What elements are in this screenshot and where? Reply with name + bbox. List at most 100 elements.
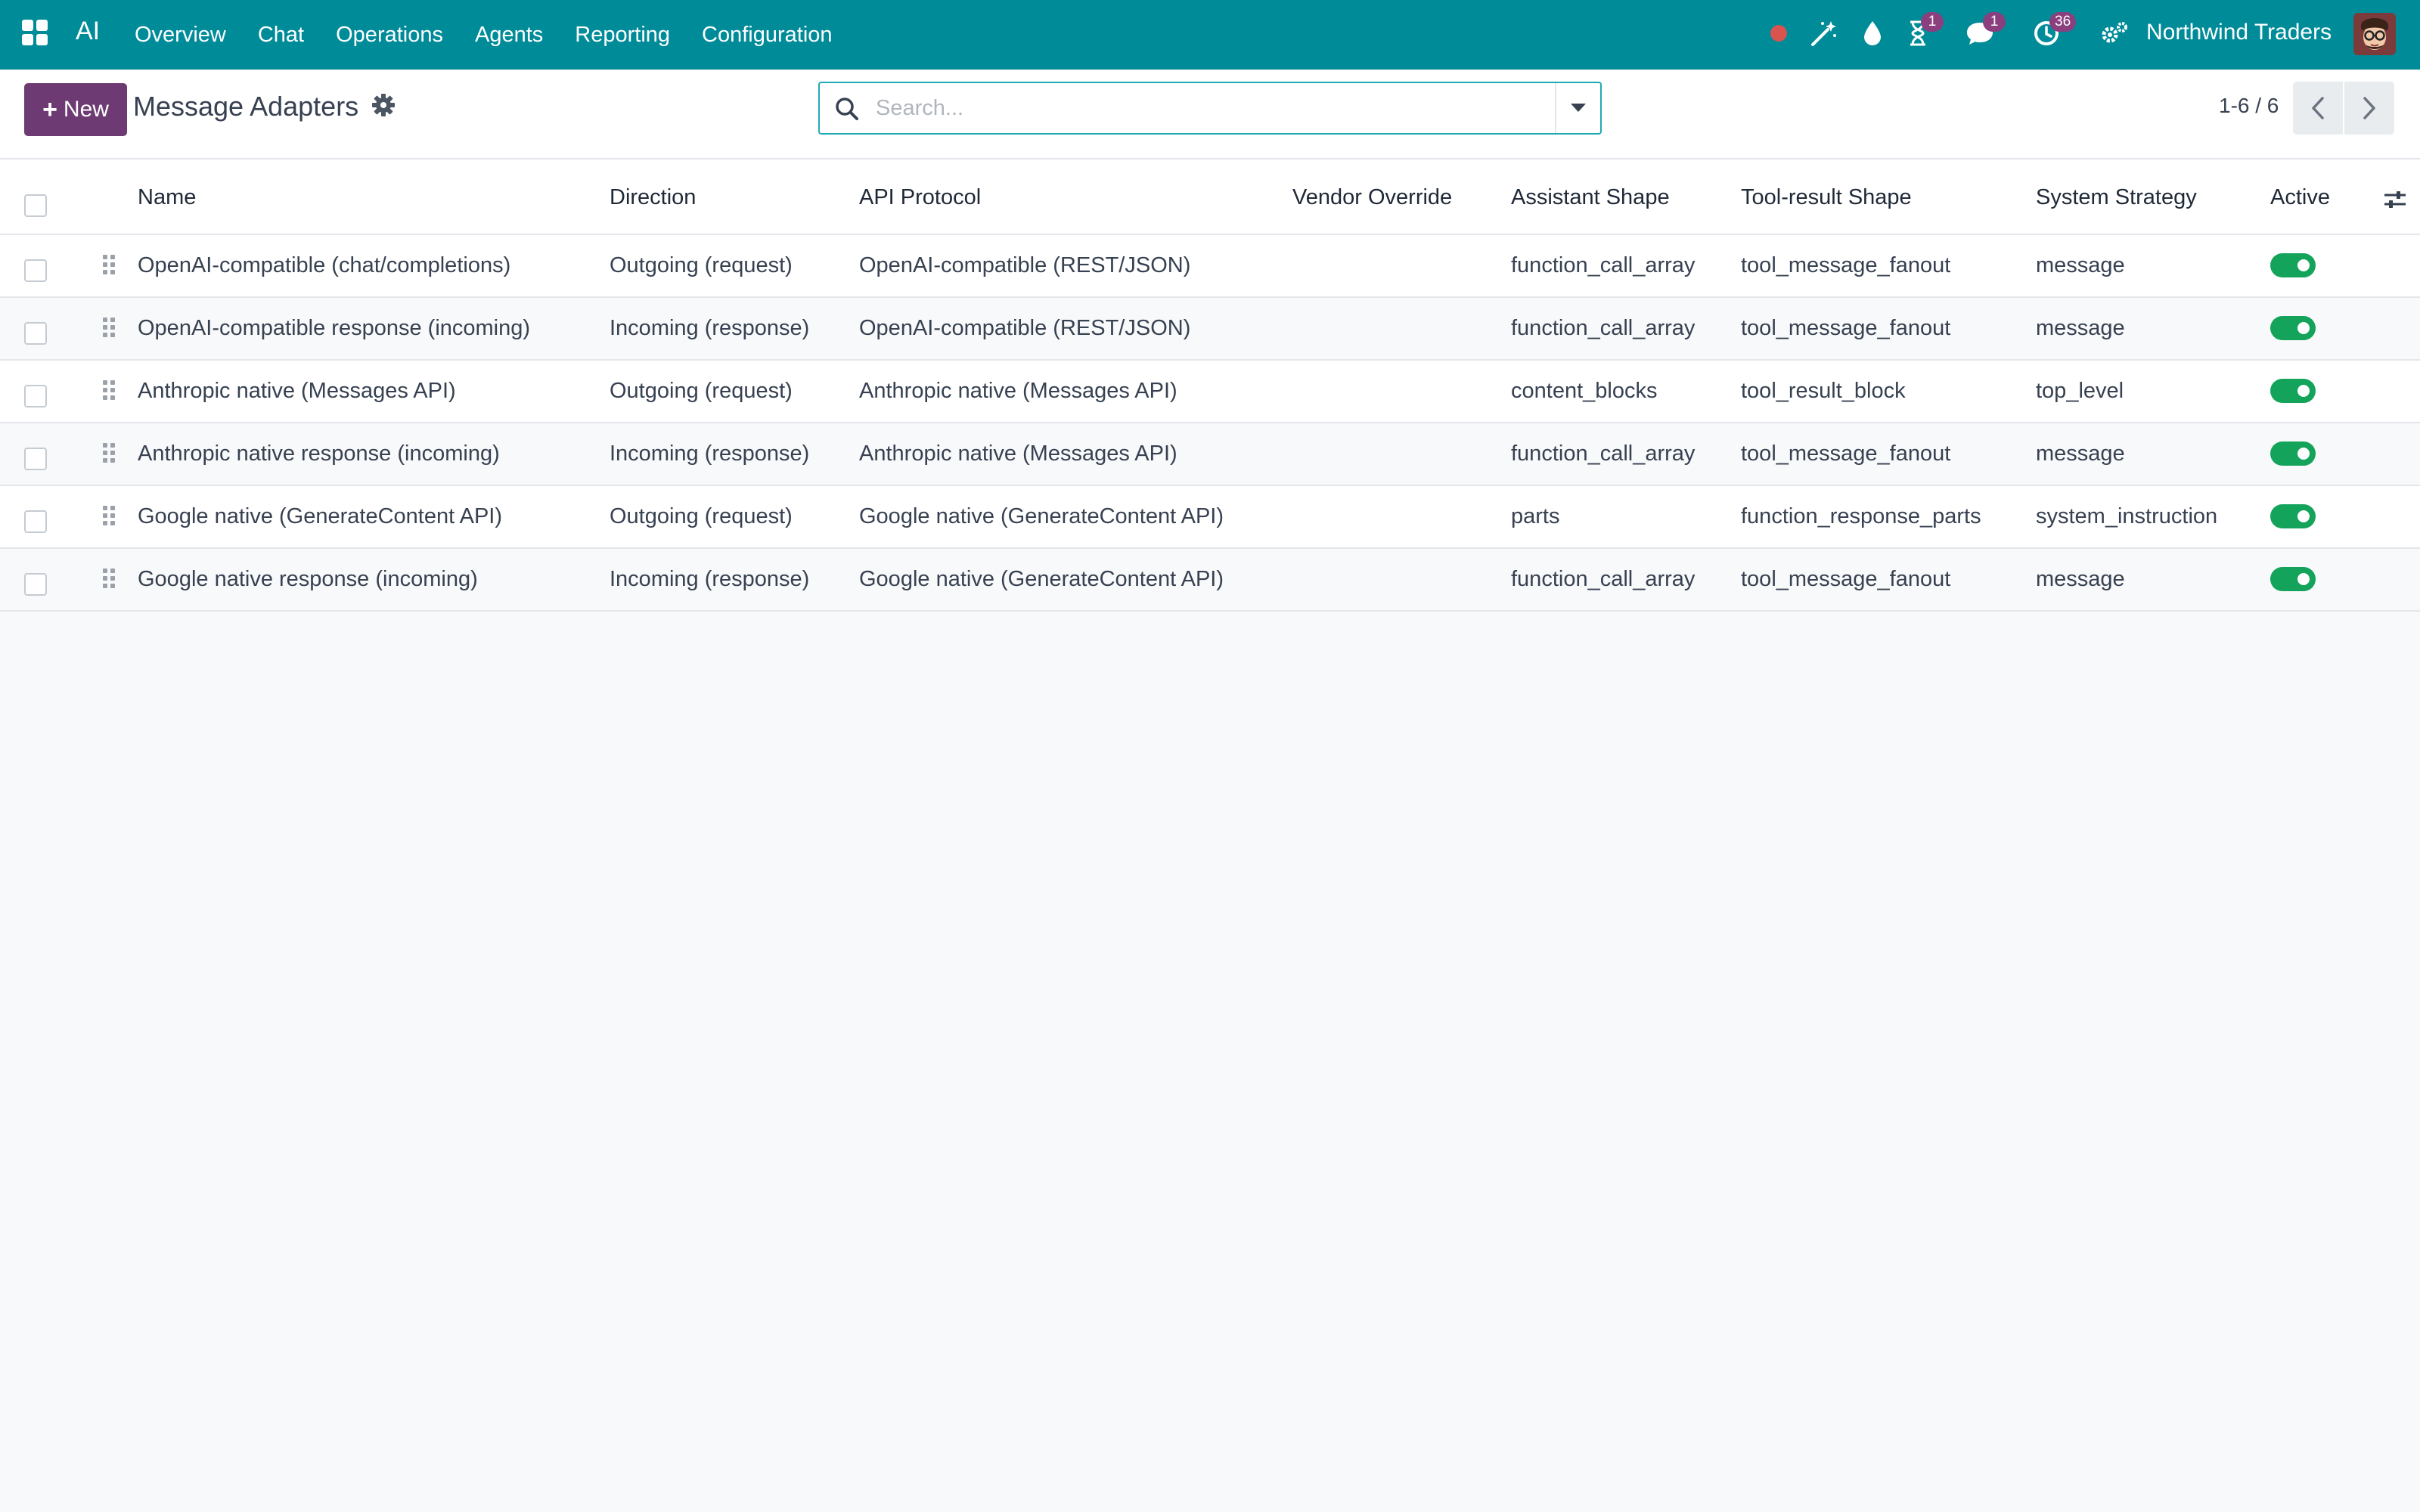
cell-name: OpenAI-compatible response (incoming) (138, 316, 531, 340)
table-row[interactable]: OpenAI-compatible (chat/completions) Outg… (0, 235, 2420, 298)
apps-menu-icon[interactable] (22, 20, 48, 45)
cell-assistant-shape: function_call_array (1511, 253, 1696, 277)
messages-badge: 1 (1983, 12, 2006, 32)
row-checkbox[interactable] (24, 259, 47, 282)
row-checkbox[interactable] (24, 573, 47, 596)
active-toggle[interactable] (2270, 504, 2316, 528)
cell-assistant-shape: parts (1511, 504, 1560, 528)
column-header-vendor-override[interactable]: Vendor Override (1292, 185, 1452, 210)
menu-item-chat[interactable]: Chat (258, 23, 304, 48)
control-panel: + New Message Adapters 1-6 / 6 (0, 70, 2420, 160)
row-checkbox[interactable] (24, 448, 47, 470)
pager-next-button[interactable] (2344, 82, 2394, 135)
cell-direction: Outgoing (request) (610, 253, 793, 277)
table-body: OpenAI-compatible (chat/completions) Outg… (0, 235, 2420, 612)
magic-wand-icon[interactable] (1807, 17, 1841, 50)
timer-badge: 36 (2049, 12, 2077, 32)
settings-cogs-icon[interactable] (2098, 17, 2131, 50)
column-header-name[interactable]: Name (138, 185, 196, 210)
new-button[interactable]: + New (24, 83, 127, 136)
cell-api-protocol: Google native (GenerateContent API) (859, 504, 1224, 528)
menu-item-overview[interactable]: Overview (135, 23, 226, 48)
cell-direction: Outgoing (request) (610, 379, 793, 403)
cell-system-strategy: system_instruction (2036, 504, 2218, 528)
table-row[interactable]: Anthropic native response (incoming) Inco… (0, 423, 2420, 486)
cell-api-protocol: Anthropic native (Messages API) (859, 379, 1177, 403)
hourglass-icon[interactable]: 1 (1901, 12, 1944, 50)
record-dot-icon[interactable] (1762, 17, 1795, 50)
row-checkbox[interactable] (24, 322, 47, 345)
active-toggle[interactable] (2270, 442, 2316, 466)
column-header-tool-result-shape[interactable]: Tool-result Shape (1741, 185, 1912, 210)
select-all-checkbox[interactable] (24, 194, 47, 217)
active-toggle[interactable] (2270, 253, 2316, 277)
menu-item-reporting[interactable]: Reporting (575, 23, 670, 48)
optional-columns-icon[interactable] (2382, 187, 2408, 212)
gear-icon[interactable] (371, 92, 396, 118)
top-navbar: AI Overview Chat Operations Agents Repor… (0, 0, 2420, 70)
cell-name: Anthropic native response (incoming) (138, 442, 500, 466)
column-header-direction[interactable]: Direction (610, 185, 696, 210)
clock-icon[interactable]: 36 (2030, 12, 2077, 50)
menu-item-agents[interactable]: Agents (475, 23, 543, 48)
cell-assistant-shape: function_call_array (1511, 316, 1696, 340)
company-switcher[interactable]: Northwind Traders (2146, 20, 2332, 45)
cell-assistant-shape: function_call_array (1511, 567, 1696, 591)
column-header-system-strategy[interactable]: System Strategy (2036, 185, 2197, 210)
drag-handle-icon[interactable] (103, 380, 119, 404)
drag-handle-icon[interactable] (103, 569, 119, 593)
active-toggle[interactable] (2270, 567, 2316, 591)
column-header-assistant-shape[interactable]: Assistant Shape (1511, 185, 1670, 210)
activity-badge: 1 (1921, 12, 1944, 32)
droplet-icon[interactable] (1856, 17, 1889, 50)
user-avatar[interactable] (2353, 13, 2396, 55)
cell-api-protocol: Anthropic native (Messages API) (859, 442, 1177, 466)
drag-handle-icon[interactable] (103, 506, 119, 530)
drag-handle-icon[interactable] (103, 255, 119, 279)
chevron-right-icon (2363, 97, 2375, 119)
table-row[interactable]: Google native response (incoming) Incomin… (0, 549, 2420, 612)
search-input[interactable] (876, 83, 1526, 133)
menu-item-operations[interactable]: Operations (336, 23, 443, 48)
message-adapters-list: Name Direction API Protocol Vendor Overr… (0, 160, 2420, 612)
search-options-toggle[interactable] (1555, 83, 1600, 133)
cell-tool-result-shape: tool_message_fanout (1741, 253, 1951, 277)
cell-system-strategy: message (2036, 316, 2125, 340)
table-row[interactable]: OpenAI-compatible response (incoming) Inc… (0, 298, 2420, 361)
new-button-label: New (63, 97, 109, 122)
drag-handle-icon[interactable] (103, 318, 119, 342)
active-toggle[interactable] (2270, 379, 2316, 403)
cell-name: Anthropic native (Messages API) (138, 379, 456, 403)
pager-previous-button[interactable] (2293, 82, 2343, 135)
table-header-row: Name Direction API Protocol Vendor Overr… (0, 160, 2420, 235)
drag-handle-icon[interactable] (103, 443, 119, 467)
cell-assistant-shape: content_blocks (1511, 379, 1658, 403)
column-header-active[interactable]: Active (2270, 185, 2330, 210)
chat-bubble-icon[interactable]: 1 (1963, 12, 2006, 50)
column-header-api-protocol[interactable]: API Protocol (859, 185, 981, 210)
cell-system-strategy: top_level (2036, 379, 2124, 403)
cell-tool-result-shape: tool_result_block (1741, 379, 1906, 403)
cell-tool-result-shape: tool_message_fanout (1741, 442, 1951, 466)
pager-value[interactable]: 1-6 / 6 (2219, 94, 2279, 118)
plus-icon: + (42, 94, 57, 124)
row-checkbox[interactable] (24, 385, 47, 407)
cell-tool-result-shape: function_response_parts (1741, 504, 1981, 528)
active-toggle[interactable] (2270, 316, 2316, 340)
cell-system-strategy: message (2036, 442, 2125, 466)
table-row[interactable]: Google native (GenerateContent API) Outgo… (0, 486, 2420, 549)
cell-system-strategy: message (2036, 253, 2125, 277)
cell-direction: Outgoing (request) (610, 504, 793, 528)
cell-name: Google native (GenerateContent API) (138, 504, 503, 528)
cell-tool-result-shape: tool_message_fanout (1741, 316, 1951, 340)
cell-api-protocol: OpenAI-compatible (REST/JSON) (859, 253, 1191, 277)
menu-item-configuration[interactable]: Configuration (702, 23, 833, 48)
row-checkbox[interactable] (24, 510, 47, 533)
search-icon (833, 95, 861, 122)
cell-system-strategy: message (2036, 567, 2125, 591)
cell-direction: Incoming (response) (610, 316, 810, 340)
cell-assistant-shape: function_call_array (1511, 442, 1696, 466)
table-row[interactable]: Anthropic native (Messages API) Outgoing … (0, 361, 2420, 423)
app-name[interactable]: AI (76, 17, 100, 46)
search-bar (818, 82, 1602, 135)
